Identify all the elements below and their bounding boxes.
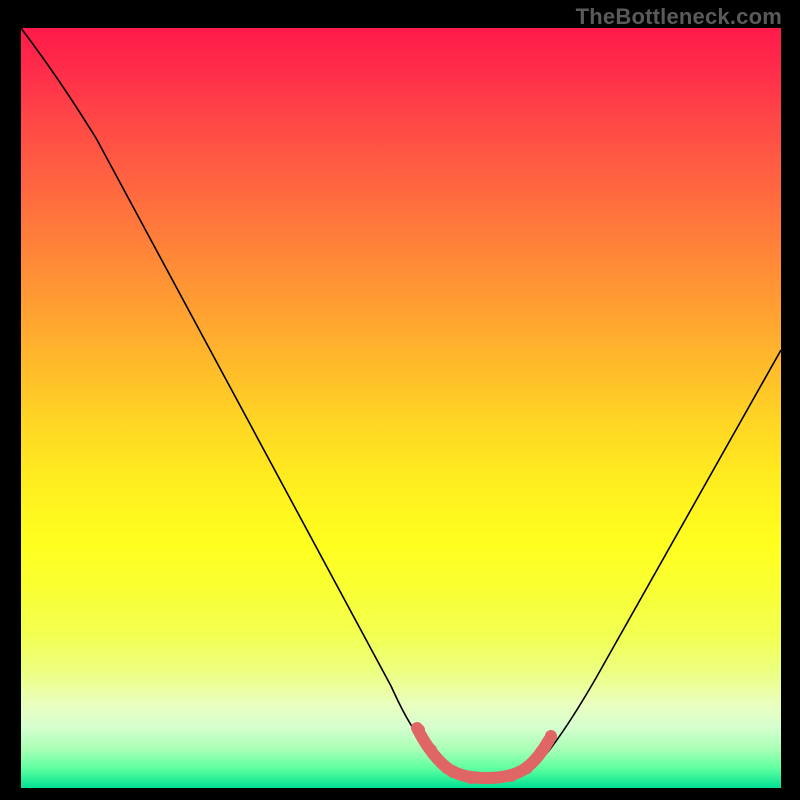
plot-area <box>21 28 781 788</box>
marker-dot <box>465 772 477 784</box>
watermark-text: TheBottleneck.com <box>576 4 782 30</box>
marker-dot <box>505 770 517 782</box>
marker-dot <box>425 744 437 756</box>
bottleneck-curve <box>21 28 781 778</box>
marker-dot <box>413 724 425 736</box>
marker-dot <box>447 766 459 778</box>
marker-dot <box>545 730 557 742</box>
chart-container: TheBottleneck.com <box>0 0 800 800</box>
curve-svg <box>21 28 781 788</box>
marker-dot <box>485 772 497 784</box>
marker-dot <box>535 746 547 758</box>
marker-dot <box>521 762 533 774</box>
